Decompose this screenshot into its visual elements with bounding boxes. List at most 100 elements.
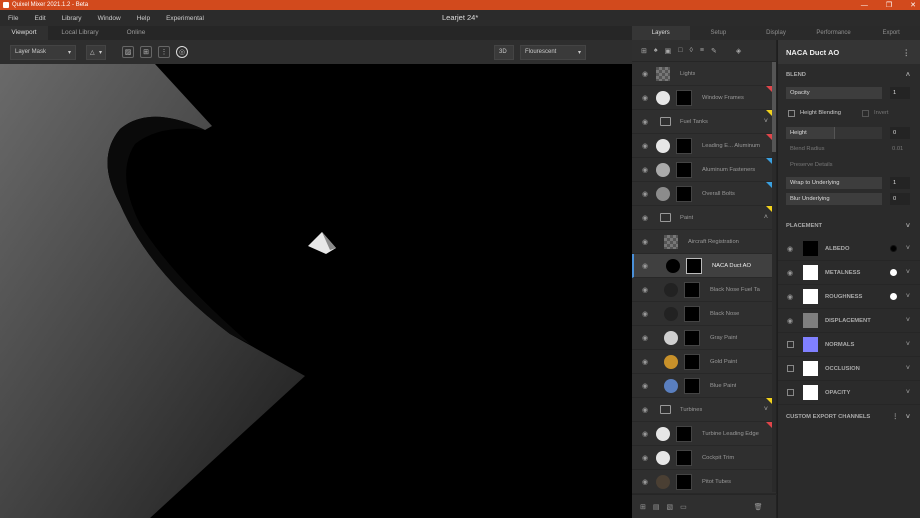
channel-roughness[interactable]: ◉ ROUGHNESS ˅ xyxy=(778,285,920,309)
tab-performance[interactable]: Performance xyxy=(805,26,863,40)
tab-setup[interactable]: Setup xyxy=(690,26,748,40)
opacity-value[interactable]: 1 xyxy=(890,87,910,99)
eye-icon[interactable]: ◉ xyxy=(640,142,650,150)
add-mask-icon[interactable]: ▧ xyxy=(667,503,674,511)
menu-library[interactable]: Library xyxy=(54,15,90,22)
close-icon[interactable]: ✕ xyxy=(910,1,916,9)
eye-icon[interactable]: ◉ xyxy=(640,406,650,414)
tab-viewport[interactable]: Viewport xyxy=(0,26,48,40)
layers-scrollbar[interactable] xyxy=(772,62,776,492)
view-mode-dropdown[interactable]: 3D xyxy=(494,44,514,60)
chevron-down-icon[interactable]: ˅ xyxy=(764,118,768,125)
layer-row[interactable]: ◉ Overall Bolts xyxy=(632,182,776,206)
grid-small-icon[interactable]: ⊞ xyxy=(140,46,152,58)
layer-row[interactable]: ◉ Leading E... Aluminum xyxy=(632,134,776,158)
opacity-field[interactable]: Opacity 1 xyxy=(786,85,920,101)
shape-dropdown[interactable]: △ ▾ xyxy=(86,44,106,60)
tab-export[interactable]: Export xyxy=(862,26,920,40)
more-icon[interactable]: ⋮ xyxy=(903,48,911,57)
chevron-down-icon[interactable]: ˅ xyxy=(906,341,910,348)
wrap-field[interactable]: Wrap to Underlying 1 xyxy=(786,175,920,191)
chevron-down-icon[interactable]: ˅ xyxy=(906,317,910,324)
channel-swatch[interactable] xyxy=(803,241,818,256)
eye-icon[interactable]: ◉ xyxy=(640,382,650,390)
eye-icon[interactable]: ◉ xyxy=(640,454,650,462)
lighting-dropdown[interactable]: Flourescent ▾ xyxy=(520,44,586,60)
paint-layer-icon[interactable]: ♠ xyxy=(654,47,658,54)
layer-mask-dropdown[interactable]: Layer Mask ▾ xyxy=(10,44,76,60)
layer-row[interactable]: ◉ Cockpit Trim xyxy=(632,446,776,470)
brush-icon[interactable]: ✎ xyxy=(711,47,717,55)
add-fill-icon[interactable]: ▤ xyxy=(653,503,660,511)
scrollbar-thumb[interactable] xyxy=(772,62,776,152)
height-slider[interactable] xyxy=(834,127,882,139)
channel-checkbox[interactable] xyxy=(787,341,794,348)
channel-value-dot[interactable] xyxy=(890,269,897,276)
eye-icon[interactable]: ◉ xyxy=(640,190,650,198)
blur-field[interactable]: Blur Underlying 0 xyxy=(786,191,920,207)
channel-displacement[interactable]: ◉ DISPLACEMENT ˅ xyxy=(778,309,920,333)
eye-icon[interactable]: ◉ xyxy=(640,70,650,78)
layer-row[interactable]: ◉ Window Frames xyxy=(632,86,776,110)
chevron-up-icon[interactable]: ˄ xyxy=(764,214,768,221)
restore-icon[interactable]: ❐ xyxy=(886,1,892,9)
mask-thumbnail[interactable] xyxy=(676,162,692,178)
custom-export-section[interactable]: CUSTOM EXPORT CHANNELS ⋮ ˅ xyxy=(778,405,920,429)
eye-icon[interactable]: ◉ xyxy=(640,310,650,318)
layer-row[interactable]: ◉ Aircraft Registration xyxy=(632,230,776,254)
mask-thumbnail[interactable] xyxy=(676,474,692,490)
eye-icon[interactable]: ◉ xyxy=(640,478,650,486)
eye-icon[interactable]: ◉ xyxy=(640,118,650,126)
eye-icon[interactable]: ◉ xyxy=(640,286,650,294)
mask-thumbnail[interactable] xyxy=(676,186,692,202)
layer-row[interactable]: ◉ ˅ Turbines xyxy=(632,398,776,422)
eye-icon[interactable]: ◉ xyxy=(787,293,793,301)
chevron-down-icon[interactable]: ˅ xyxy=(764,406,768,413)
channel-swatch[interactable] xyxy=(803,313,818,328)
channel-value-dot[interactable] xyxy=(890,245,897,252)
list-icon[interactable]: ≡ xyxy=(700,47,704,54)
eye-icon[interactable]: ◉ xyxy=(640,94,650,102)
mask-thumbnail[interactable] xyxy=(686,258,702,274)
square-icon[interactable]: □ xyxy=(678,47,682,54)
tab-local-library[interactable]: Local Library xyxy=(48,26,112,40)
layer-row[interactable]: ◉ Gray Paint xyxy=(632,326,776,350)
eye-icon[interactable]: ◉ xyxy=(787,317,793,325)
channel-albedo[interactable]: ◉ ALBEDO ˅ xyxy=(778,237,920,261)
minimize-icon[interactable]: — xyxy=(861,2,868,9)
trash-icon[interactable]: 🗑 xyxy=(754,503,763,511)
layer-row[interactable]: ◉ Black Nose Fuel Ta xyxy=(632,278,776,302)
chevron-down-icon[interactable]: ˅ xyxy=(906,389,910,396)
chevron-down-icon[interactable]: ˅ xyxy=(906,365,910,372)
eye-icon[interactable]: ◉ xyxy=(640,358,650,366)
chevron-down-icon[interactable]: ˅ xyxy=(906,269,910,276)
grid-large-icon[interactable]: ⋮ xyxy=(158,46,170,58)
layer-row[interactable]: ◉ Aluminum Fasteners xyxy=(632,158,776,182)
eye-icon[interactable]: ◉ xyxy=(640,166,650,174)
blur-value[interactable]: 0 xyxy=(890,193,910,205)
mask-thumbnail[interactable] xyxy=(684,354,700,370)
tab-online[interactable]: Online xyxy=(112,26,160,40)
more-icon[interactable]: ⋮ xyxy=(892,414,898,420)
menu-help[interactable]: Help xyxy=(129,15,158,22)
eye-icon[interactable]: ◉ xyxy=(640,334,650,342)
target-icon[interactable]: ◎ xyxy=(176,46,188,58)
layer-grid-icon[interactable]: ⊞ xyxy=(641,47,647,55)
blend-section[interactable]: BLEND ˄ xyxy=(778,65,920,85)
drop-icon[interactable]: ◊ xyxy=(689,47,692,54)
add-folder-icon[interactable]: ▭ xyxy=(680,503,687,511)
eye-icon[interactable]: ◉ xyxy=(640,238,650,246)
tab-layers[interactable]: Layers xyxy=(632,26,690,40)
channel-swatch[interactable] xyxy=(803,361,818,376)
3d-viewport[interactable] xyxy=(0,64,632,518)
layer-row[interactable]: ◉ Black Nose xyxy=(632,302,776,326)
image-icon[interactable]: ▨ xyxy=(122,46,134,58)
layer-row[interactable]: ◉ ˅ Fuel Tanks xyxy=(632,110,776,134)
mask-thumbnail[interactable] xyxy=(684,378,700,394)
chevron-down-icon[interactable]: ˅ xyxy=(906,293,910,300)
channel-opacity[interactable]: OPACITY ˅ xyxy=(778,381,920,405)
mask-thumbnail[interactable] xyxy=(684,282,700,298)
layer-row[interactable]: ◉ Turbine Leading Edge xyxy=(632,422,776,446)
menu-experimental[interactable]: Experimental xyxy=(158,15,212,22)
channel-swatch[interactable] xyxy=(803,337,818,352)
